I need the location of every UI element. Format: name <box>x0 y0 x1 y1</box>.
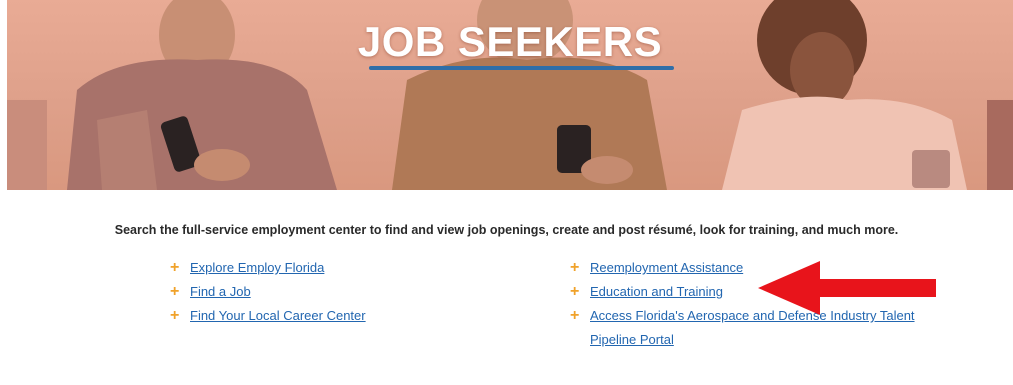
plus-icon: + <box>170 283 180 300</box>
link-find-local-career-center[interactable]: Find Your Local Career Center <box>190 308 366 323</box>
plus-icon: + <box>570 259 580 276</box>
list-item: + Explore Employ Florida <box>170 256 366 280</box>
link-education-and-training[interactable]: Education and Training <box>590 284 723 299</box>
links-list-left: + Explore Employ Florida + Find a Job + … <box>170 256 366 328</box>
link-reemployment-assistance[interactable]: Reemployment Assistance <box>590 260 743 275</box>
list-item: + Find a Job <box>170 280 366 304</box>
intro-text: Search the full-service employment cente… <box>114 223 899 237</box>
hero-banner: JOB SEEKERS <box>7 0 1013 190</box>
list-item: + Find Your Local Career Center <box>170 304 366 328</box>
page-title: JOB SEEKERS <box>357 18 663 65</box>
title-underline <box>369 66 674 70</box>
plus-icon: + <box>170 259 180 276</box>
plus-icon: + <box>170 307 180 324</box>
red-arrow-icon <box>758 261 936 315</box>
plus-icon: + <box>570 307 580 324</box>
plus-icon: + <box>570 283 580 300</box>
link-find-a-job[interactable]: Find a Job <box>190 284 251 299</box>
link-explore-employ-florida[interactable]: Explore Employ Florida <box>190 260 324 275</box>
